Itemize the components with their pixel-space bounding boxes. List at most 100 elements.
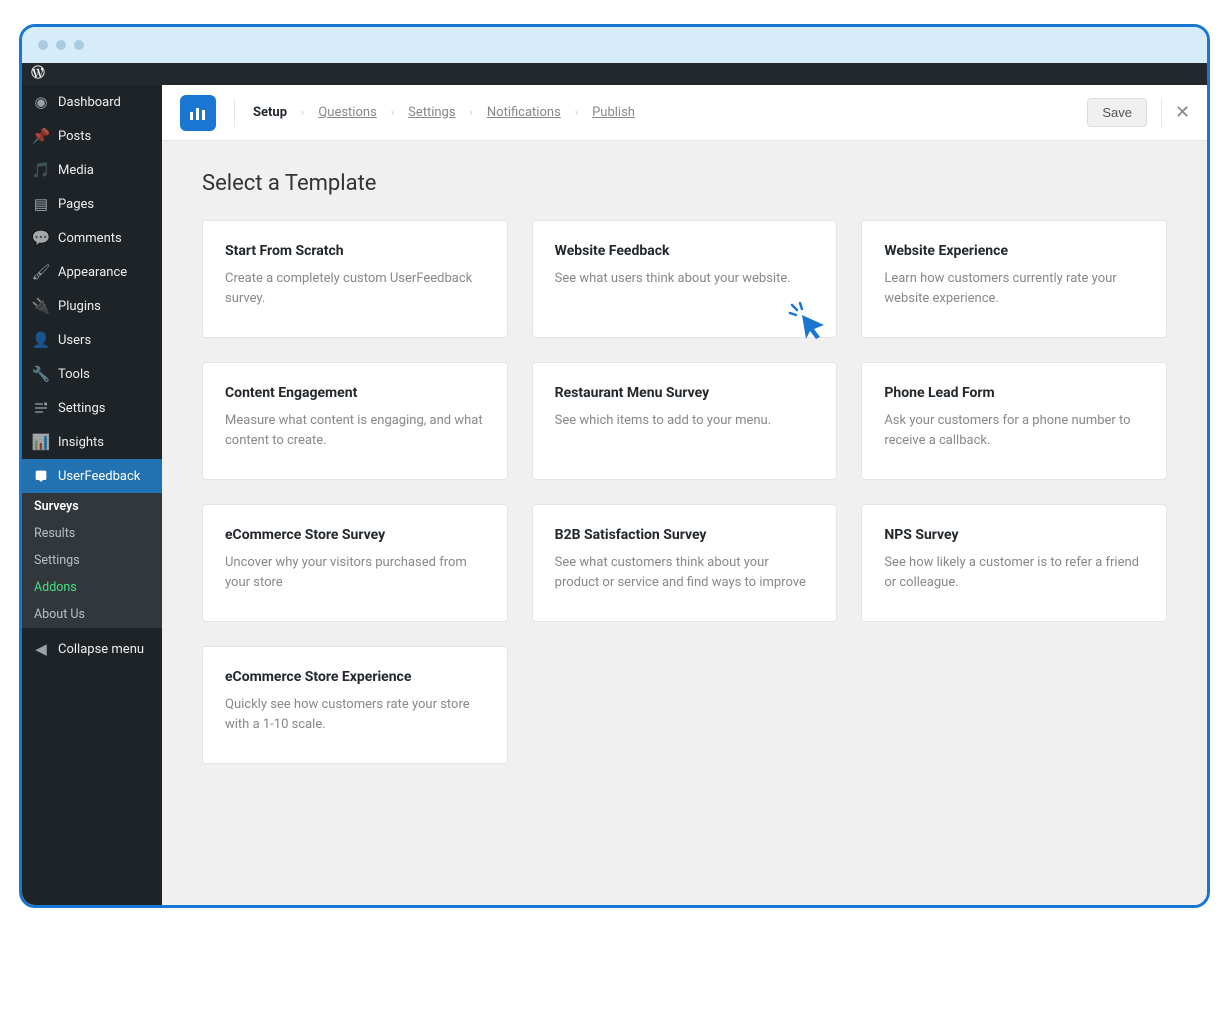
wrench-icon: 🔧 (32, 365, 50, 383)
template-card-phone-lead[interactable]: Phone Lead Form Ask your customers for a… (861, 362, 1167, 480)
template-desc: See how likely a customer is to refer a … (884, 553, 1144, 592)
template-desc: See which items to add to your menu. (555, 411, 815, 431)
brush-icon: 🖌 (32, 263, 50, 281)
template-title: B2B Satisfaction Survey (555, 527, 815, 543)
submenu-item-addons[interactable]: Addons (22, 574, 162, 601)
userfeedback-icon (32, 467, 50, 485)
sidebar-item-label: Pages (58, 197, 94, 212)
template-desc: See what users think about your website. (555, 269, 815, 289)
sidebar-item-pages[interactable]: ▤ Pages (22, 187, 162, 221)
wp-admin-topbar (22, 63, 1207, 85)
crumb-publish[interactable]: Publish (592, 105, 635, 120)
crumb-questions[interactable]: Questions (318, 105, 376, 120)
template-card-start-from-scratch[interactable]: Start From Scratch Create a completely c… (202, 220, 508, 338)
browser-frame: ◉ Dashboard 📌 Posts 🎵 Media ▤ Pages 💬 Co… (19, 24, 1210, 908)
wp-sidebar: ◉ Dashboard 📌 Posts 🎵 Media ▤ Pages 💬 Co… (22, 85, 162, 905)
template-card-ecommerce-experience[interactable]: eCommerce Store Experience Quickly see h… (202, 646, 508, 764)
chevron-right-icon: › (391, 106, 394, 119)
collapse-menu[interactable]: ◀ Collapse menu (22, 632, 162, 666)
submenu-item-about[interactable]: About Us (22, 601, 162, 628)
crumb-settings[interactable]: Settings (408, 105, 455, 120)
chevron-right-icon: › (575, 106, 578, 119)
save-button[interactable]: Save (1087, 98, 1147, 127)
wordpress-logo-icon[interactable] (30, 64, 46, 84)
plug-icon: 🔌 (32, 297, 50, 315)
template-card-content-engagement[interactable]: Content Engagement Measure what content … (202, 362, 508, 480)
window-dot-icon (38, 40, 48, 50)
collapse-label: Collapse menu (58, 642, 144, 657)
userfeedback-logo-icon (180, 95, 216, 131)
sidebar-item-label: Tools (58, 367, 90, 382)
template-card-ecommerce-survey[interactable]: eCommerce Store Survey Uncover why your … (202, 504, 508, 622)
page-title: Select a Template (202, 171, 1167, 196)
template-desc: Quickly see how customers rate your stor… (225, 695, 485, 734)
template-title: NPS Survey (884, 527, 1144, 543)
sidebar-item-userfeedback[interactable]: UserFeedback (22, 459, 162, 493)
template-title: Website Experience (884, 243, 1144, 259)
template-title: Start From Scratch (225, 243, 485, 259)
crumb-notifications[interactable]: Notifications (487, 105, 561, 120)
sidebar-item-label: Media (58, 163, 94, 178)
template-desc: Uncover why your visitors purchased from… (225, 553, 485, 592)
crumb-setup[interactable]: Setup (253, 105, 287, 120)
close-button[interactable]: ✕ (1161, 99, 1189, 127)
header-bar: Setup › Questions › Settings › Notificat… (162, 85, 1207, 141)
template-card-nps[interactable]: NPS Survey See how likely a customer is … (861, 504, 1167, 622)
template-grid: Start From Scratch Create a completely c… (202, 220, 1167, 764)
users-icon: 👤 (32, 331, 50, 349)
submenu-item-settings[interactable]: Settings (22, 547, 162, 574)
template-desc: Ask your customers for a phone number to… (884, 411, 1144, 450)
pin-icon: 📌 (32, 127, 50, 145)
header-actions: Save ✕ (1087, 98, 1189, 127)
chevron-right-icon: › (470, 106, 473, 119)
media-icon: 🎵 (32, 161, 50, 179)
sidebar-item-plugins[interactable]: 🔌 Plugins (22, 289, 162, 323)
collapse-icon: ◀ (32, 640, 50, 658)
sidebar-item-label: Comments (58, 231, 122, 246)
template-title: Phone Lead Form (884, 385, 1144, 401)
content-area: Select a Template Start From Scratch Cre… (162, 141, 1207, 794)
submenu-item-surveys[interactable]: Surveys (22, 493, 162, 520)
template-card-b2b-satisfaction[interactable]: B2B Satisfaction Survey See what custome… (532, 504, 838, 622)
sidebar-item-label: Insights (58, 435, 104, 450)
sidebar-item-comments[interactable]: 💬 Comments (22, 221, 162, 255)
sidebar-item-media[interactable]: 🎵 Media (22, 153, 162, 187)
submenu-item-results[interactable]: Results (22, 520, 162, 547)
template-card-restaurant-menu[interactable]: Restaurant Menu Survey See which items t… (532, 362, 838, 480)
pages-icon: ▤ (32, 195, 50, 213)
sidebar-item-settings[interactable]: Settings (22, 391, 162, 425)
template-desc: Create a completely custom UserFeedback … (225, 269, 485, 308)
insights-icon: 📊 (32, 433, 50, 451)
close-icon: ✕ (1175, 102, 1190, 123)
template-card-website-feedback[interactable]: Website Feedback See what users think ab… (532, 220, 838, 338)
template-title: Content Engagement (225, 385, 485, 401)
sidebar-item-label: Plugins (58, 299, 101, 314)
sidebar-item-label: Posts (58, 129, 91, 144)
template-card-website-experience[interactable]: Website Experience Learn how customers c… (861, 220, 1167, 338)
sidebar-item-label: Settings (58, 401, 105, 416)
window-dot-icon (56, 40, 66, 50)
sidebar-item-label: Appearance (58, 265, 127, 280)
sidebar-item-users[interactable]: 👤 Users (22, 323, 162, 357)
main-content: Setup › Questions › Settings › Notificat… (162, 85, 1207, 905)
chevron-right-icon: › (301, 106, 304, 119)
settings-icon (32, 399, 50, 417)
sidebar-item-appearance[interactable]: 🖌 Appearance (22, 255, 162, 289)
browser-titlebar (22, 27, 1207, 63)
template-title: Website Feedback (555, 243, 815, 259)
sidebar-item-posts[interactable]: 📌 Posts (22, 119, 162, 153)
template-title: eCommerce Store Survey (225, 527, 485, 543)
sidebar-item-tools[interactable]: 🔧 Tools (22, 357, 162, 391)
sidebar-submenu: Surveys Results Settings Addons About Us (22, 493, 162, 628)
sidebar-item-insights[interactable]: 📊 Insights (22, 425, 162, 459)
sidebar-item-label: Dashboard (58, 95, 121, 110)
comments-icon: 💬 (32, 229, 50, 247)
template-title: Restaurant Menu Survey (555, 385, 815, 401)
app-shell: ◉ Dashboard 📌 Posts 🎵 Media ▤ Pages 💬 Co… (22, 85, 1207, 905)
dashboard-icon: ◉ (32, 93, 50, 111)
sidebar-item-dashboard[interactable]: ◉ Dashboard (22, 85, 162, 119)
window-dot-icon (74, 40, 84, 50)
template-title: eCommerce Store Experience (225, 669, 485, 685)
breadcrumb: Setup › Questions › Settings › Notificat… (253, 105, 1069, 120)
sidebar-item-label: Users (58, 333, 91, 348)
